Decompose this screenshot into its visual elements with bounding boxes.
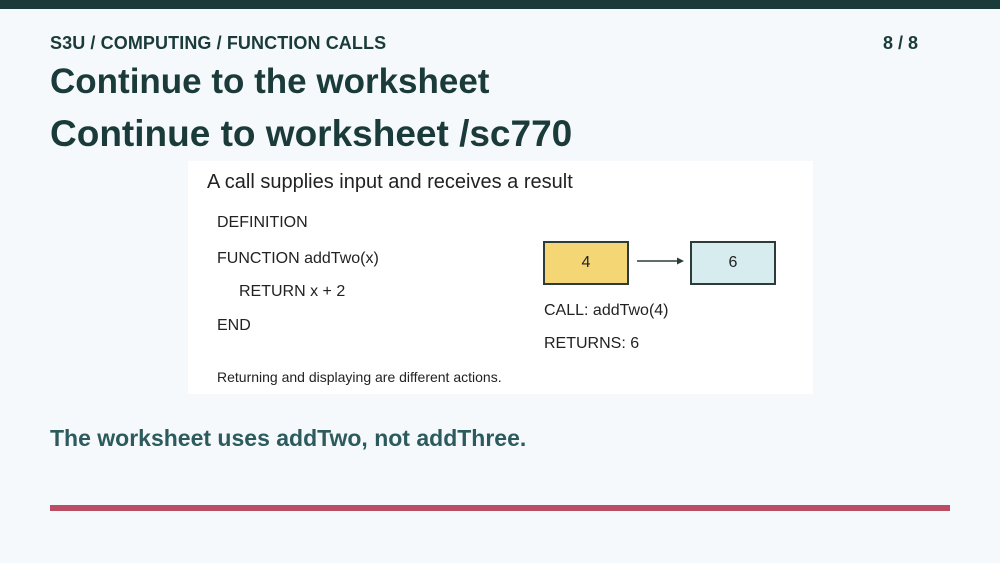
arrow-right-icon	[637, 257, 684, 265]
page-title: Continue to the worksheet	[50, 62, 490, 101]
returns-text: RETURNS: 6	[544, 335, 640, 352]
input-value: 4	[581, 254, 591, 271]
output-box: 6	[690, 241, 776, 285]
code-line-return: RETURN x + 2	[239, 283, 346, 300]
panel-title: A call supplies input and receives a res…	[207, 171, 573, 193]
output-value: 6	[728, 254, 738, 271]
call-text: CALL: addTwo(4)	[544, 302, 669, 319]
breadcrumb: S3U / COMPUTING / FUNCTION CALLS	[50, 33, 387, 53]
call-diagram: 4 6	[543, 241, 783, 285]
page-indicator: 8 / 8	[882, 33, 918, 53]
code-line-end: END	[217, 317, 251, 334]
takeaway-text: The worksheet uses addTwo, not addThree.	[50, 425, 527, 451]
input-box: 4	[543, 241, 629, 285]
content-panel: A call supplies input and receives a res…	[188, 161, 813, 394]
code-label: DEFINITION	[217, 214, 308, 231]
top-bar	[0, 0, 1000, 9]
panel-footnote: Returning and displaying are different a…	[217, 369, 502, 385]
page-subtitle: Continue to worksheet /sc770	[50, 113, 573, 154]
bottom-rule	[50, 505, 950, 511]
code-line-function: FUNCTION addTwo(x)	[217, 250, 379, 267]
